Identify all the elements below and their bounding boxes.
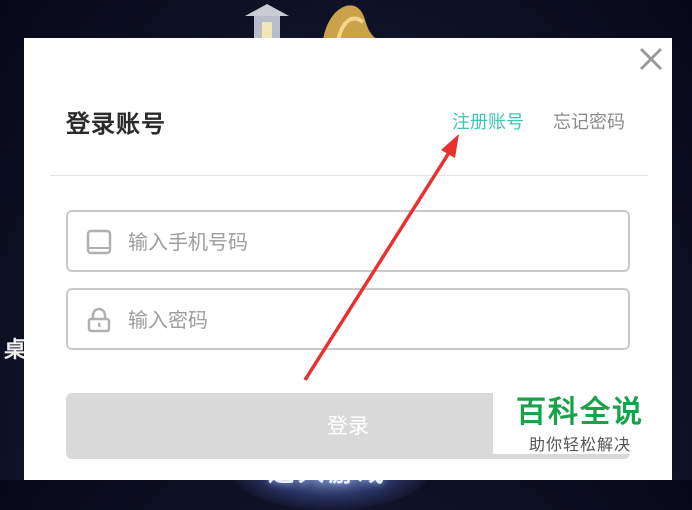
password-field[interactable] (66, 288, 630, 350)
lantern-icon (245, 4, 289, 40)
golden-ornament-icon (323, 5, 378, 40)
forgot-password-link[interactable]: 忘记密码 (553, 108, 625, 134)
close-icon[interactable] (636, 44, 666, 74)
watermark-title: 百科全说 (516, 395, 644, 430)
phone-input[interactable] (126, 222, 610, 262)
password-input[interactable] (126, 300, 610, 340)
phone-field[interactable] (66, 210, 630, 272)
header-divider (50, 175, 648, 176)
register-account-link[interactable]: 注册账号 (452, 108, 524, 134)
dialog-title: 登录账号 (66, 110, 166, 138)
watermark-subtitle: 助你轻松解决 (528, 435, 631, 454)
phone-icon (86, 229, 112, 255)
background-glyph: 桌 (4, 338, 27, 363)
watermark: 百科全说 助你轻松解决 (493, 381, 667, 454)
lock-icon (87, 307, 111, 333)
